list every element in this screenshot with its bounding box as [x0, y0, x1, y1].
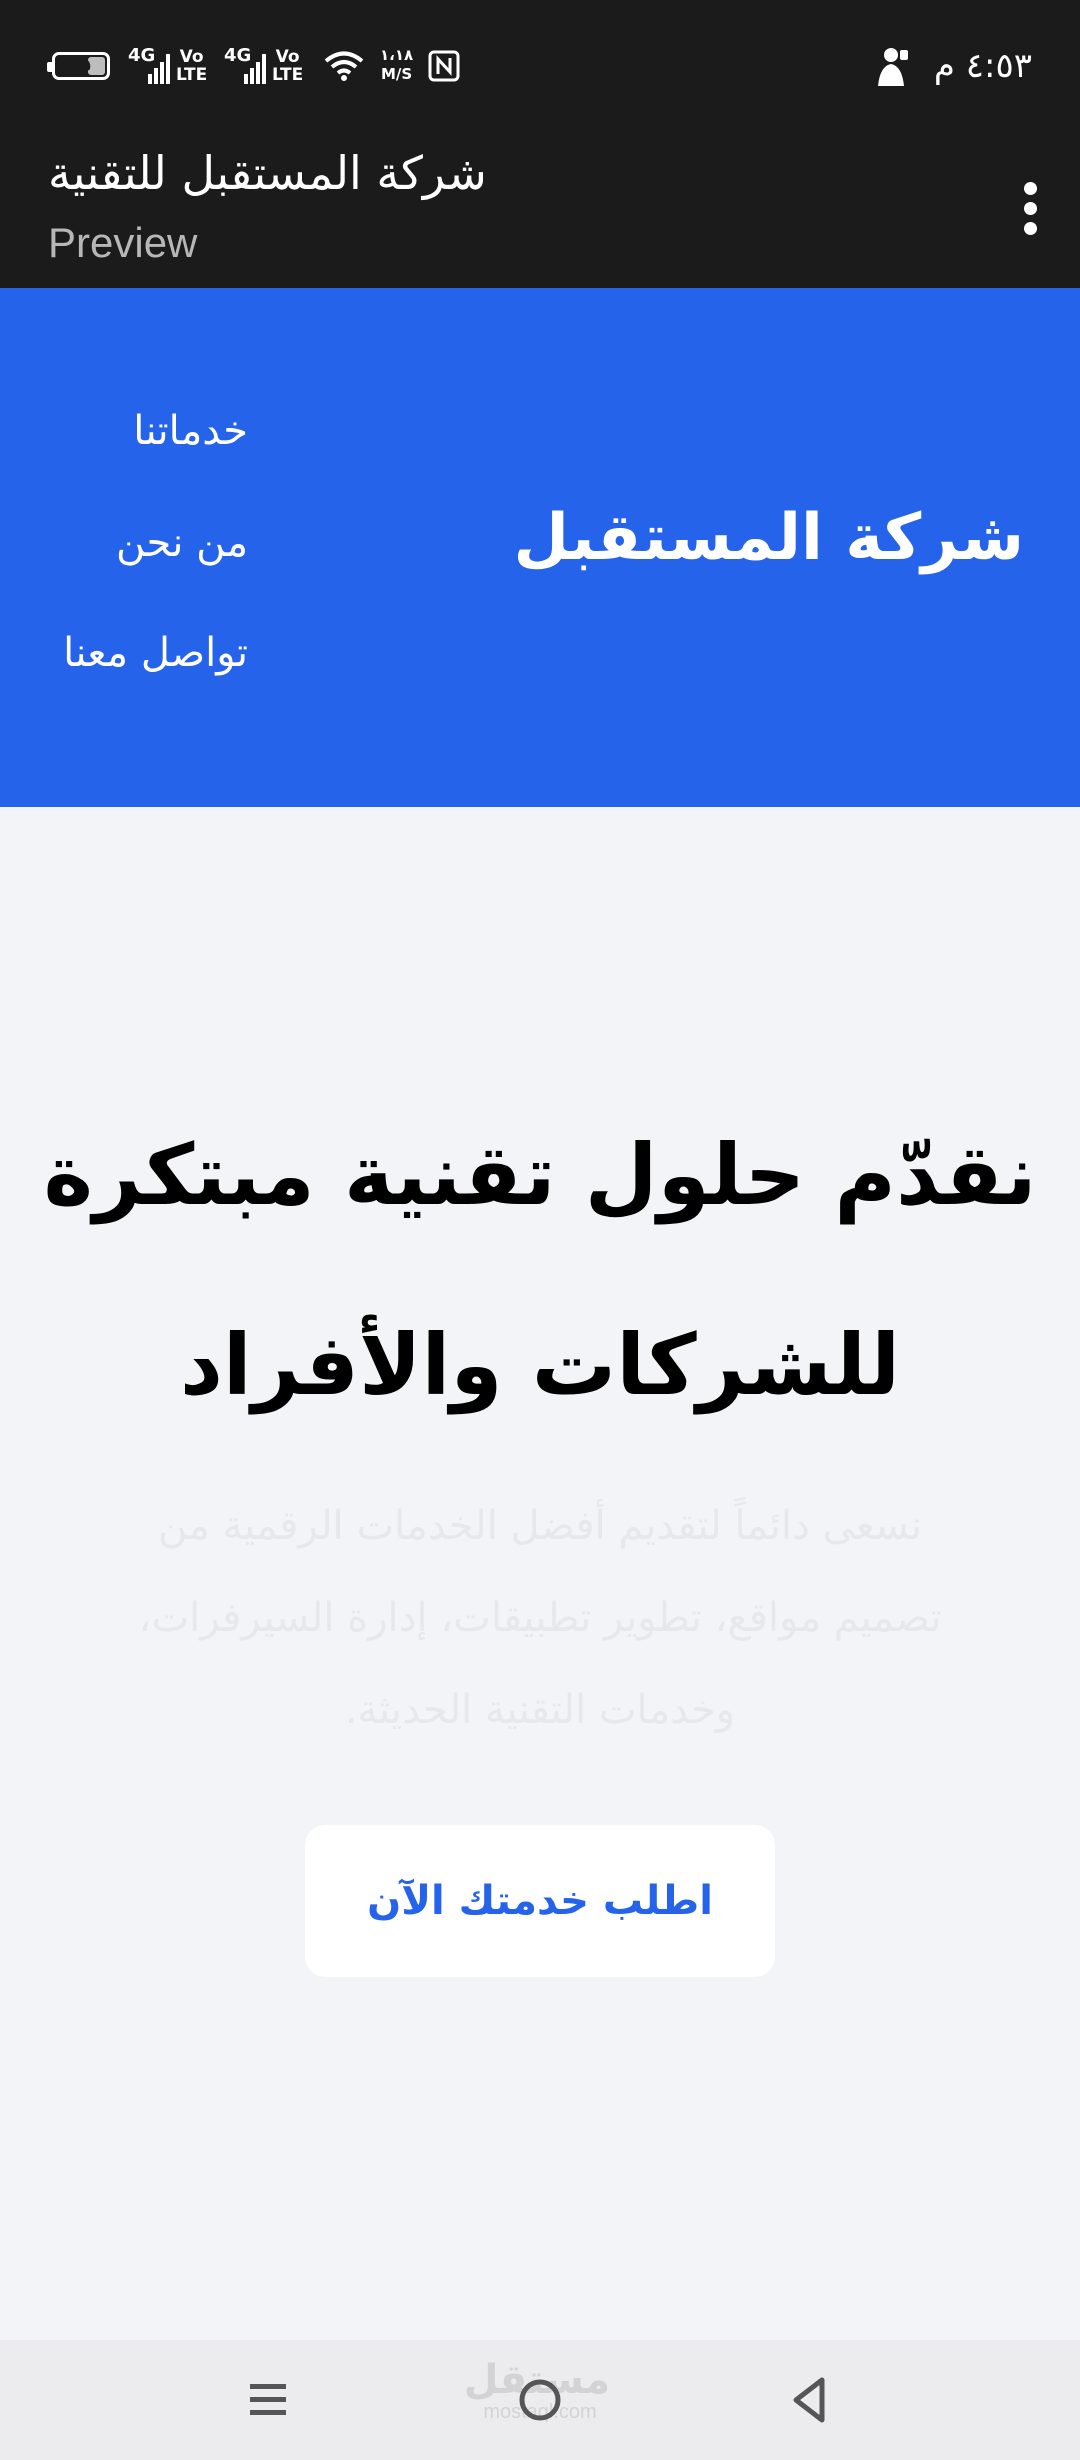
- person-icon: [878, 48, 908, 86]
- network-speed: ١،١٨ M/S: [380, 46, 413, 84]
- site-header: شركة المستقبل خدماتنا من نحن تواصل معنا: [0, 288, 1080, 807]
- hero-title-line2: للشركات والأفراد: [179, 1316, 901, 1414]
- hero-title-line1: نقدّم حلول تقنية مبتكرة: [43, 1126, 1037, 1224]
- wifi-icon: [324, 51, 364, 81]
- site-brand[interactable]: شركة المستقبل: [514, 498, 1025, 578]
- home-icon[interactable]: [516, 2376, 564, 2424]
- nfc-icon: [428, 50, 460, 82]
- speed-value: ١،١٨: [380, 46, 414, 64]
- clock: ٤:٥٣ م: [933, 46, 1032, 86]
- system-nav-bar: مستقل mostaql.com: [0, 2340, 1080, 2460]
- sim2-volte-line1: Vo: [275, 47, 300, 67]
- back-icon[interactable]: [786, 2374, 834, 2426]
- sim2-volte-label: Vo LTE: [272, 48, 303, 84]
- sim2-volte-line2: LTE: [272, 65, 304, 85]
- hero-text-line1: نسعى دائماً لتقديم أفضل الخدمات الرقمية …: [158, 1503, 922, 1549]
- app-subtitle: Preview: [48, 219, 198, 266]
- speed-unit: M/S: [380, 65, 413, 83]
- app-bar: شركة المستقبل للتقنية Preview: [0, 130, 1080, 288]
- app-title: شركة المستقبل للتقنية: [48, 146, 487, 200]
- request-service-button[interactable]: اطلب خدمتك الآن: [305, 1825, 775, 1977]
- signal-icon: [244, 54, 266, 84]
- battery-level: ٣٥: [70, 56, 92, 76]
- sim1-signal: 4G Vo LTE: [128, 46, 218, 88]
- nav-link-about[interactable]: من نحن: [116, 518, 248, 568]
- sim2-signal: 4G Vo LTE: [224, 46, 314, 88]
- signal-icon: [148, 54, 170, 84]
- nav-link-contact[interactable]: تواصل معنا: [63, 628, 248, 678]
- sim1-volte-label: Vo LTE: [176, 48, 207, 84]
- hero-title: نقدّم حلول تقنية مبتكرة للشركات والأفراد: [40, 1080, 1040, 1460]
- menu-icon[interactable]: [244, 2376, 292, 2424]
- sim1-volte-line1: Vo: [179, 47, 204, 67]
- hero-text-line2: تصميم مواقع، تطوير تطبيقات، إدارة السيرف…: [138, 1595, 942, 1641]
- battery-icon: ٣٥: [47, 52, 110, 80]
- status-bar: ٣٥ 4G Vo LTE 4G Vo LTE ١،١٨ M/S ٤:٥٣ م: [0, 0, 1080, 130]
- nav-link-services[interactable]: خدماتنا: [133, 406, 248, 456]
- hero-text-line3: وخدمات التقنية الحديثة.: [344, 1687, 736, 1733]
- hero-description: نسعى دائماً لتقديم أفضل الخدمات الرقمية …: [60, 1480, 1020, 1756]
- more-options-button[interactable]: [1000, 168, 1060, 248]
- sim1-volte-line2: LTE: [176, 65, 208, 85]
